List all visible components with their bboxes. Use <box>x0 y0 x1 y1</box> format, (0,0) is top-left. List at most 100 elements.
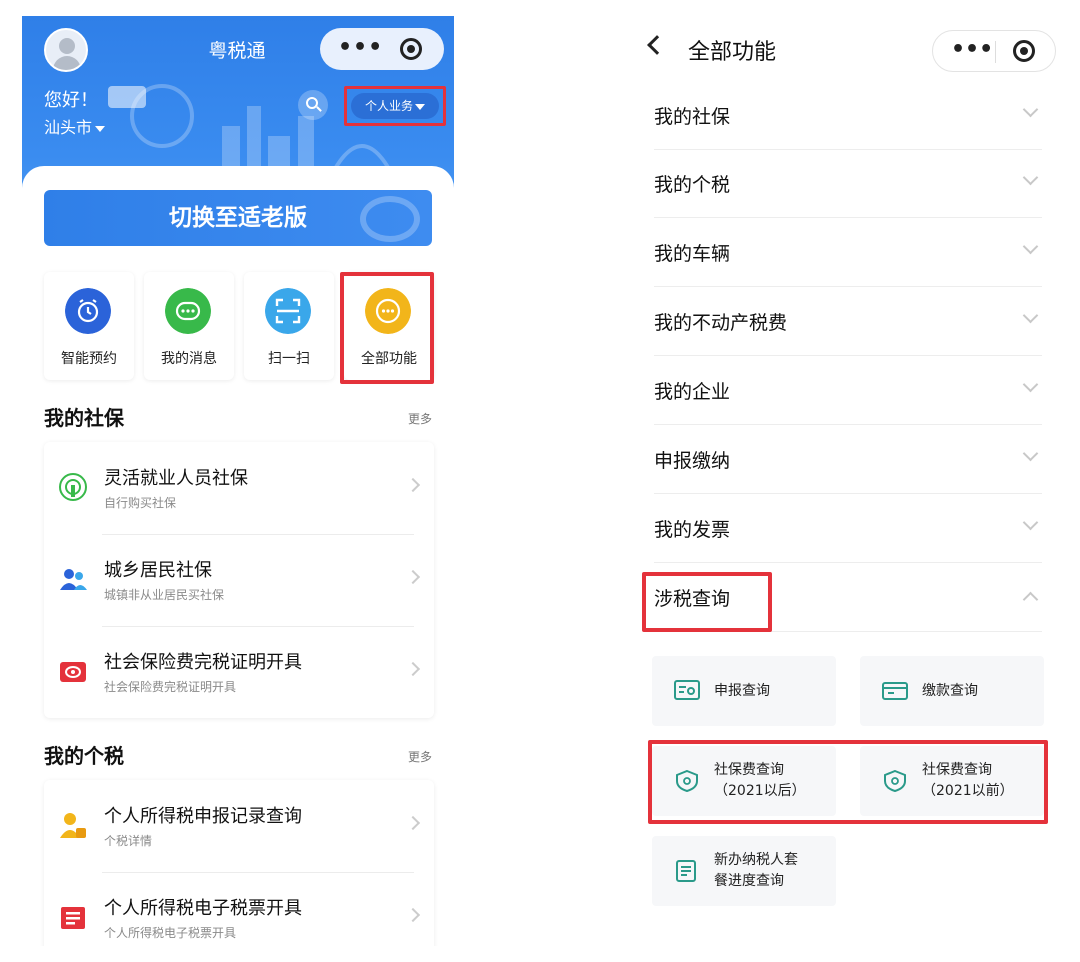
tile-new-taxpayer-package[interactable]: 新办纳税人套 餐进度查询 <box>652 836 836 906</box>
signal-icon <box>59 473 87 501</box>
payment-query-icon <box>882 682 908 700</box>
accordion-label: 我的不动产税费 <box>654 312 788 334</box>
accordion-label: 申报缴纳 <box>654 450 731 472</box>
quick-action-label: 智能预约 <box>61 351 117 367</box>
list-item-subtitle: 个人所得税电子税票开具 <box>104 926 237 940</box>
list-item[interactable]: 城乡居民社保 城镇非从业居民买社保 <box>44 534 434 626</box>
accordion-personal-tax[interactable]: 我的个税 <box>654 150 1042 218</box>
highlight-box-all-functions <box>340 272 434 384</box>
accordion-label: 我的企业 <box>654 381 731 403</box>
all-functions-screen: 全部功能 ••• 我的社保 我的个税 我的车辆 我的不动产税费 我的企业 申报缴… <box>630 16 1066 946</box>
people-icon <box>60 569 87 590</box>
chevron-right-icon <box>405 815 421 831</box>
chevron-down-icon <box>1022 169 1039 186</box>
chevron-up-icon <box>1022 591 1039 608</box>
business-switch-button[interactable]: 个人业务 <box>351 93 439 119</box>
page-title: 全部功能 <box>688 40 777 65</box>
personal-tax-list: 个人所得税申报记录查询 个税详情 个人所得税电子税票开具 个人所得税电子税票开具 <box>44 780 434 946</box>
home-screen: 粤税通 ••• 您好！ 汕头市 个人业务 切换至适老版 智能预约 我的消息 扫一… <box>22 16 454 946</box>
accordion-declaration-payment[interactable]: 申报缴纳 <box>654 426 1042 494</box>
accordion-label: 我的个税 <box>654 174 731 196</box>
app-title: 粤税通 <box>208 40 266 62</box>
tile-label: 申报查询 <box>714 683 770 699</box>
list-item[interactable]: 个人所得税申报记录查询 个税详情 <box>44 780 434 872</box>
scan-icon <box>265 288 311 334</box>
avatar-head <box>59 38 75 54</box>
caret-down-icon <box>415 103 425 110</box>
caret-down-icon <box>95 125 106 132</box>
chevron-down-icon <box>1022 445 1039 462</box>
chevron-right-icon <box>405 477 421 493</box>
chevron-right-icon <box>405 661 421 677</box>
accordion-invoices[interactable]: 我的发票 <box>654 495 1042 563</box>
avatar-body <box>53 56 81 70</box>
quick-action-scan[interactable]: 扫一扫 <box>244 272 334 380</box>
back-arrow-icon[interactable] <box>647 35 667 55</box>
list-item-title: 城乡居民社保 <box>104 560 212 581</box>
tile-label: 新办纳税人套 餐进度查询 <box>714 850 798 892</box>
accordion-label: 我的发票 <box>654 519 731 541</box>
list-item-subtitle: 社会保险费完税证明开具 <box>104 680 237 694</box>
city-selector[interactable]: 汕头市 <box>44 114 106 138</box>
close-target-icon[interactable] <box>1013 40 1035 62</box>
miniprogram-capsule[interactable]: ••• <box>320 28 444 70</box>
redacted-username <box>108 86 146 108</box>
capsule-divider <box>995 41 996 63</box>
more-link-social-security[interactable]: 更多 <box>408 410 432 427</box>
more-dots-icon[interactable]: ••• <box>951 37 993 62</box>
document-icon <box>676 860 696 882</box>
tile-label-line2: 餐进度查询 <box>714 873 784 889</box>
clock-icon <box>65 288 111 334</box>
highlight-box-tax-query <box>642 572 772 632</box>
chevron-down-icon <box>1022 101 1039 118</box>
highlight-box-business: 个人业务 <box>344 86 446 126</box>
elder-mode-button[interactable]: 切换至适老版 <box>44 190 432 246</box>
accordion-enterprise[interactable]: 我的企业 <box>654 357 1042 425</box>
close-target-icon[interactable] <box>400 38 422 60</box>
list-item-title: 灵活就业人员社保 <box>104 468 248 489</box>
quick-action-messages[interactable]: 我的消息 <box>144 272 234 380</box>
business-switch-label: 个人业务 <box>364 99 413 113</box>
tile-label: 缴款查询 <box>922 683 978 699</box>
tile-label-line1: 新办纳税人套 <box>714 852 798 868</box>
accordion-real-estate-tax[interactable]: 我的不动产税费 <box>654 288 1042 356</box>
search-button[interactable] <box>298 90 328 120</box>
chevron-down-icon <box>1022 238 1039 255</box>
tile-declaration-query[interactable]: 申报查询 <box>652 656 836 726</box>
city-label: 汕头市 <box>44 118 93 137</box>
tile-payment-query[interactable]: 缴款查询 <box>860 656 1044 726</box>
receipt-icon <box>61 907 85 929</box>
chevron-right-icon <box>405 569 421 585</box>
quick-action-appointment[interactable]: 智能预约 <box>44 272 134 380</box>
accordion-label: 我的车辆 <box>654 243 731 265</box>
chevron-down-icon <box>1022 514 1039 531</box>
greeting-text: 您好！ <box>44 90 98 111</box>
more-link-personal-tax[interactable]: 更多 <box>408 748 432 765</box>
message-icon <box>165 288 211 334</box>
list-item-subtitle: 个税详情 <box>104 834 153 848</box>
chevron-down-icon <box>1022 307 1039 324</box>
quick-action-label: 我的消息 <box>161 351 217 367</box>
more-dots-icon[interactable]: ••• <box>338 35 383 60</box>
search-icon-handle <box>316 106 322 112</box>
list-item-title: 社会保险费完税证明开具 <box>104 652 302 673</box>
declaration-query-icon <box>674 680 700 700</box>
list-item-title: 个人所得税申报记录查询 <box>104 806 302 827</box>
list-item-subtitle: 城镇非从业居民买社保 <box>104 588 225 602</box>
list-item[interactable]: 社会保险费完税证明开具 社会保险费完税证明开具 <box>44 626 434 718</box>
section-title-personal-tax: 我的个税 <box>44 744 124 768</box>
list-item[interactable]: 灵活就业人员社保 自行购买社保 <box>44 442 434 534</box>
avatar[interactable] <box>44 28 88 72</box>
accordion-vehicles[interactable]: 我的车辆 <box>654 219 1042 287</box>
social-security-list: 灵活就业人员社保 自行购买社保 城乡居民社保 城镇非从业居民买社保 社会保险费完… <box>44 442 434 718</box>
list-item[interactable]: 个人所得税电子税票开具 个人所得税电子税票开具 <box>44 872 434 946</box>
accordion-social-security[interactable]: 我的社保 <box>654 82 1042 150</box>
quick-action-label: 扫一扫 <box>268 351 310 367</box>
miniprogram-capsule[interactable]: ••• <box>932 30 1056 72</box>
person-tax-icon <box>60 813 86 838</box>
certificate-icon <box>60 662 86 682</box>
section-title-social-security: 我的社保 <box>44 406 124 430</box>
chevron-down-icon <box>1022 376 1039 393</box>
chevron-right-icon <box>405 907 421 923</box>
accordion-label: 我的社保 <box>654 106 731 128</box>
